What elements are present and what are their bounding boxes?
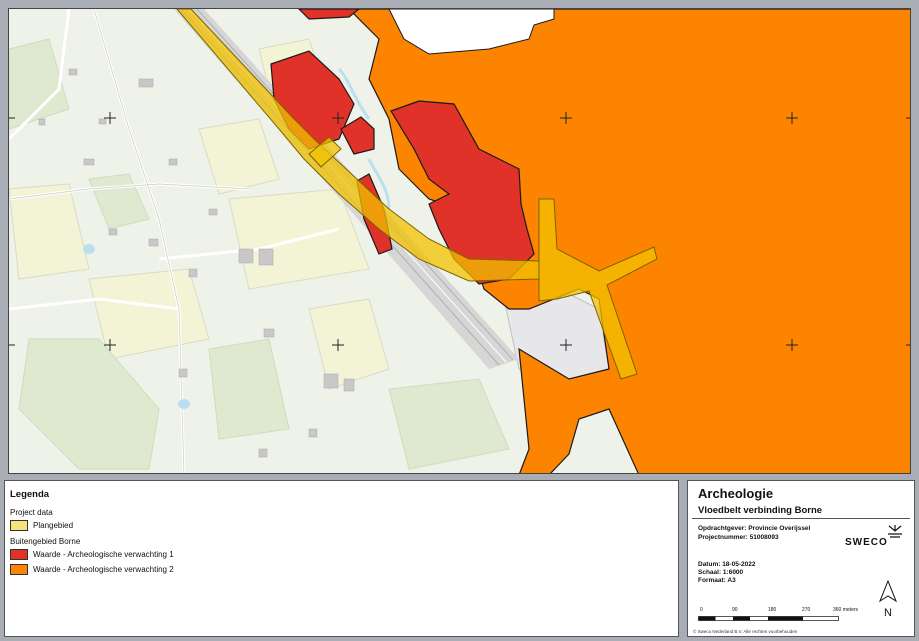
sweco-emblem-icon	[888, 525, 902, 538]
project-number: Projectnummer: 51008093	[698, 534, 779, 541]
legend-title: Legenda	[10, 489, 50, 500]
legend-item-verwachting-2: Waarde - Archeologische verwachting 2	[10, 564, 174, 575]
legend-label: Plangebied	[33, 521, 74, 530]
map-canvas	[9, 9, 910, 473]
legend-label: Waarde - Archeologische verwachting 1	[33, 550, 174, 559]
scale-tick-label: 90	[732, 607, 738, 613]
sweco-logo: SWECO	[845, 537, 888, 548]
scale-tick-label: 270	[802, 607, 811, 613]
copyright-text: © Sweco Nederland B.V. Alle rechten voor…	[693, 629, 798, 634]
legend-group-project: Project data	[10, 508, 53, 517]
scale-tick-label: 180	[768, 607, 777, 613]
client-text: Opdrachtgever: Provincie Overijssel	[698, 525, 811, 532]
date-text: Datum: 18-05-2022	[698, 561, 756, 568]
format-text: Formaat: A3	[698, 577, 736, 584]
legend-group-buitengebied: Buitengebied Borne	[10, 537, 81, 546]
legend-item-plangebied: Plangebied	[10, 520, 73, 531]
map-title: Archeologie	[698, 486, 774, 501]
legend-swatch-plangebied	[10, 520, 28, 531]
scale-tick-label: 0	[700, 607, 703, 613]
legend-panel: Legenda Project data Plangebied Buitenge…	[4, 480, 679, 637]
divider	[692, 518, 910, 519]
scale-tick-label: 360 meters	[833, 607, 859, 613]
legend-item-verwachting-1: Waarde - Archeologische verwachting 1	[10, 549, 174, 560]
map-view[interactable]	[8, 8, 911, 474]
legend-label: Waarde - Archeologische verwachting 2	[33, 565, 174, 574]
legend-swatch-orange	[10, 564, 28, 575]
map-subtitle: Vloedbelt verbinding Borne	[698, 505, 823, 516]
title-block: Archeologie Vloedbelt verbinding Borne O…	[687, 480, 915, 637]
north-label: N	[884, 607, 892, 619]
scale-bar-graphic	[698, 616, 839, 621]
scale-text: Schaal: 1:6000	[698, 569, 744, 576]
legend-swatch-red	[10, 549, 28, 560]
